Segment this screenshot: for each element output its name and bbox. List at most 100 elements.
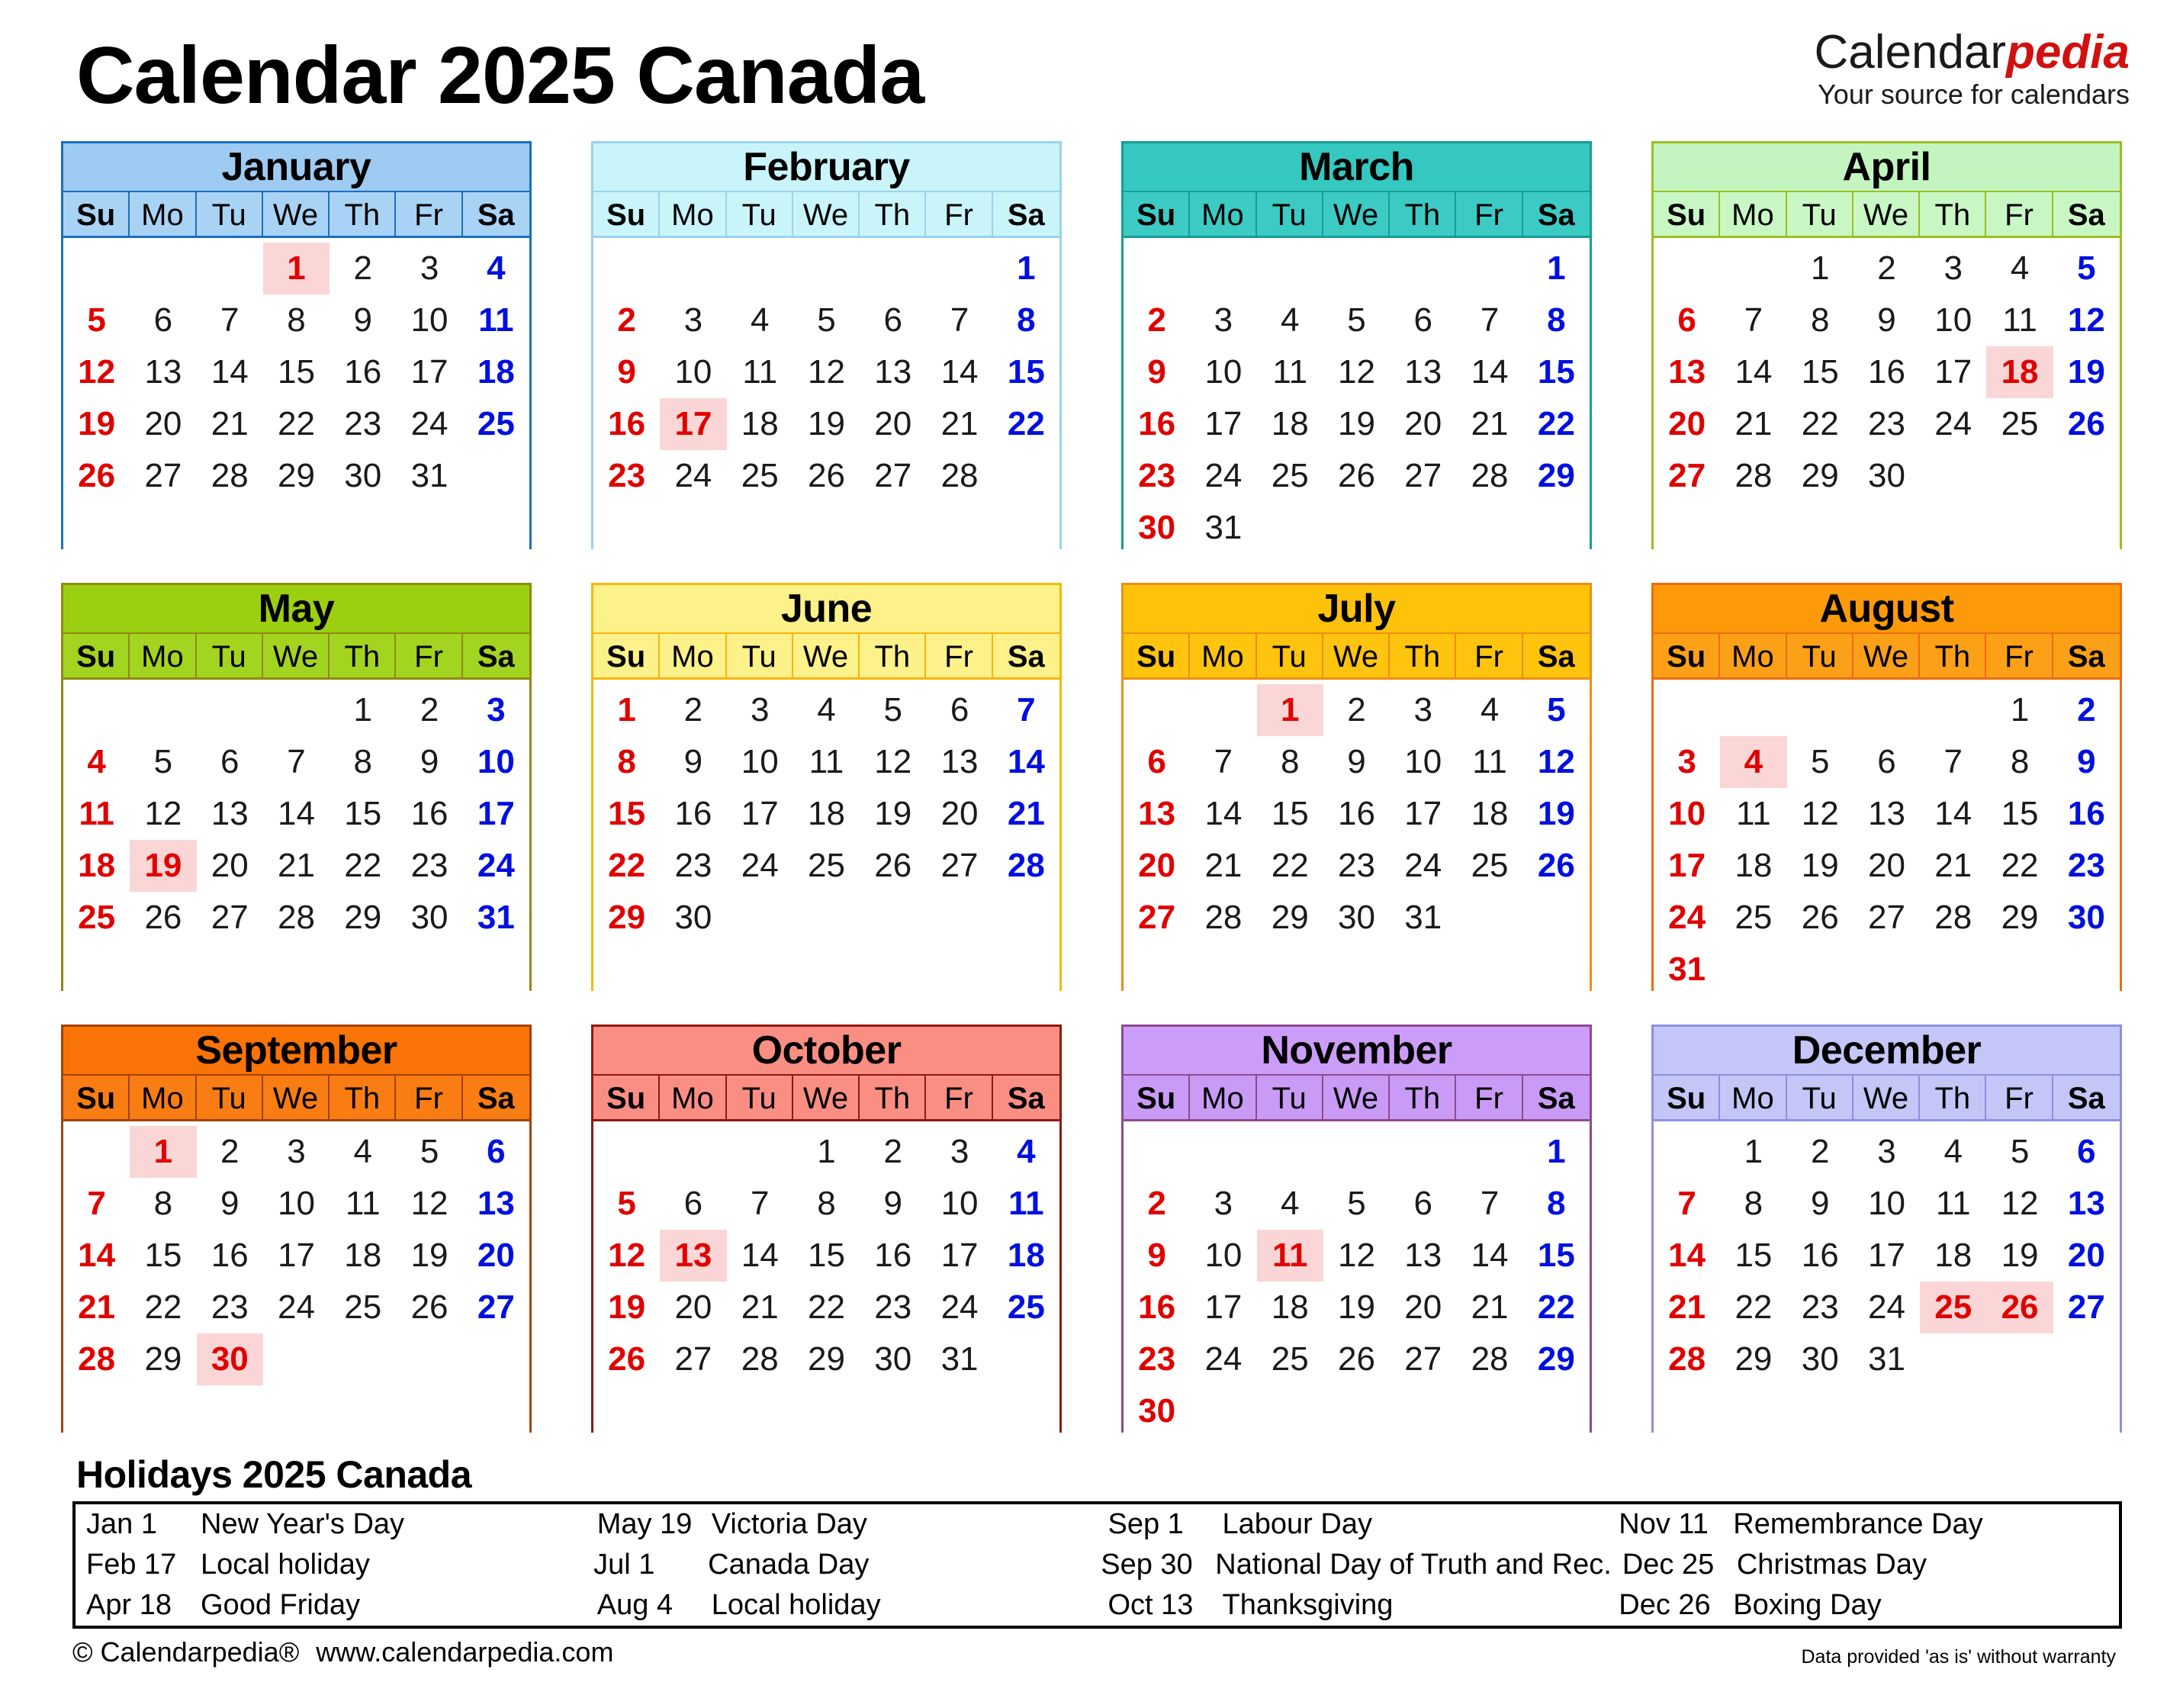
day-cell: 11 xyxy=(1736,795,1771,832)
day-cell: 19 xyxy=(874,795,912,832)
weekday-label-we: We xyxy=(1323,192,1390,238)
holiday-entry: Jan 1 New Year's Day xyxy=(76,1504,587,1545)
day-cell: 27 xyxy=(2067,1288,2105,1326)
day-cell-empty xyxy=(1390,944,1456,996)
weekday-label-tu: Tu xyxy=(1257,1076,1323,1121)
month-card-may: May Su Mo Tu We Th Fr Sa 1 2 3 4 5 6 7 8 9 10 11 12 13 14 15 16… xyxy=(61,583,532,996)
day-cell-empty xyxy=(1257,502,1323,554)
day-cell: 6 xyxy=(220,743,240,780)
day-cell: 6 xyxy=(1677,301,1696,339)
day-cell-empty xyxy=(1986,944,2053,996)
day-cell-empty xyxy=(926,1385,992,1437)
day-cell-empty xyxy=(1390,1385,1456,1437)
month-card-march: March Su Mo Tu We Th Fr Sa 1 2 3 4 5 6 7 8 9 10 11 12 13 14 15… xyxy=(1121,141,1592,554)
day-cell: 19 xyxy=(608,1288,646,1326)
day-cell-empty xyxy=(1720,1385,1786,1437)
day-cell-empty xyxy=(1124,684,1190,736)
weekday-header-row: Su Mo Tu We Th Fr Sa xyxy=(593,632,1059,680)
day-cell-empty xyxy=(1456,892,1522,944)
day-cell-empty xyxy=(727,944,793,996)
holiday-name: Boxing Day xyxy=(1733,1589,1882,1621)
day-cell: 26 xyxy=(808,457,845,494)
weekday-label-fr: Fr xyxy=(1986,192,2053,238)
day-cell: 25 xyxy=(1920,1282,1987,1333)
day-grid: 1 2 3 4 5 6 7 8 9 10 11 12 13 14 15 16 17 18 19 20 21 22 23 24 2… xyxy=(593,680,1059,996)
weekday-label-we: We xyxy=(793,634,860,680)
day-cell: 29 xyxy=(808,1340,845,1378)
day-cell-empty xyxy=(63,243,130,294)
day-cell: 7 xyxy=(87,1185,106,1222)
day-cell: 4 xyxy=(1280,301,1300,339)
day-cell: 7 xyxy=(220,301,240,339)
weekday-label-sa: Sa xyxy=(1007,198,1045,232)
day-cell: 11 xyxy=(478,301,514,339)
day-cell: 16 xyxy=(2067,795,2105,832)
holiday-entry: Nov 11 Remembrance Day xyxy=(1608,1504,2119,1545)
day-cell: 17 xyxy=(660,398,727,450)
day-cell: 17 xyxy=(477,795,515,832)
day-cell: 14 xyxy=(278,795,315,832)
day-grid: 1 2 3 4 5 6 7 8 9 10 11 12 13 14 15 16 17 18 19 20 21 22 23 24 2… xyxy=(1124,680,1590,996)
day-cell-empty xyxy=(593,243,660,294)
day-cell: 23 xyxy=(608,457,646,494)
day-cell: 30 xyxy=(196,1333,263,1385)
day-cell: 21 xyxy=(1668,1288,1706,1326)
day-cell: 23 xyxy=(874,1288,912,1326)
weekday-label-tu: Tu xyxy=(727,634,793,680)
weekday-label-th: Th xyxy=(1920,634,1987,680)
day-cell: 21 xyxy=(1471,1288,1509,1326)
day-cell: 21 xyxy=(741,1288,779,1326)
weekday-label-su: Su xyxy=(1124,192,1191,238)
weekday-label-mo: Mo xyxy=(1720,1076,1787,1121)
day-cell-empty xyxy=(926,243,992,294)
day-cell: 15 xyxy=(808,1237,845,1274)
day-cell: 29 xyxy=(278,457,315,494)
day-cell: 13 xyxy=(1138,795,1176,832)
weekday-label-su: Su xyxy=(63,1076,130,1121)
day-cell: 1 xyxy=(1017,249,1036,287)
day-cell: 16 xyxy=(1868,353,1905,391)
holiday-date: Dec 25 xyxy=(1622,1549,1715,1581)
day-cell-empty xyxy=(593,1385,660,1437)
holiday-entry: Feb 17 Local holiday xyxy=(76,1545,583,1585)
day-cell-empty xyxy=(463,944,529,996)
brand-tagline: Your source for calendars xyxy=(1818,79,2130,111)
day-cell-empty xyxy=(63,502,130,554)
day-cell: 19 xyxy=(1338,405,1375,442)
day-cell: 30 xyxy=(874,1340,912,1378)
month-card-october: October Su Mo Tu We Th Fr Sa 1 2 3 4 5 6 7 8 9 10 11 12 13 14… xyxy=(591,1024,1062,1437)
weekday-label-sa: Sa xyxy=(477,640,515,674)
day-cell: 9 xyxy=(2077,743,2096,780)
website-link[interactable]: www.calendarpedia.com xyxy=(316,1636,613,1668)
day-cell: 12 xyxy=(2067,301,2105,339)
day-cell: 18 xyxy=(1986,346,2053,398)
day-cell: 13 xyxy=(1868,795,1905,832)
holiday-row: Jan 1 New Year's Day May 19 Victoria Day Sep… xyxy=(76,1504,2119,1545)
day-cell: 17 xyxy=(1868,1237,1905,1274)
day-cell: 12 xyxy=(608,1237,646,1274)
day-cell-empty xyxy=(1456,243,1522,294)
day-cell: 28 xyxy=(1735,457,1773,494)
day-cell: 4 xyxy=(1720,736,1787,788)
weekday-label-sa: Sa xyxy=(2067,198,2105,232)
day-cell: 5 xyxy=(1810,743,1830,780)
weekday-label-we: We xyxy=(1853,1076,1921,1121)
day-cell: 14 xyxy=(1007,743,1045,780)
day-cell: 3 xyxy=(683,301,703,339)
weekday-label-fr: Fr xyxy=(1456,192,1523,238)
day-grid: 1 2 3 4 5 6 7 8 9 10 11 12 13 14 15 16 17 18 19 20 21 22 23 24 2… xyxy=(1124,1121,1590,1437)
day-cell: 17 xyxy=(1404,795,1442,832)
day-cell: 11 xyxy=(1935,1185,1971,1222)
weekday-label-tu: Tu xyxy=(1257,634,1323,680)
day-cell-empty xyxy=(1323,944,1390,996)
weekday-label-sa: Sa xyxy=(2067,1082,2105,1115)
day-grid: 1 2 3 4 5 6 7 8 9 10 11 12 13 14 15 16 17 18 19 20 21 22 23 24 2… xyxy=(1124,238,1590,554)
day-cell-empty xyxy=(1456,1385,1522,1437)
day-cell-empty xyxy=(197,944,263,996)
day-cell: 1 xyxy=(1810,249,1830,287)
month-title: October xyxy=(593,1027,1059,1074)
day-cell: 19 xyxy=(410,1237,448,1274)
day-cell: 12 xyxy=(2001,1185,2039,1222)
day-cell: 14 xyxy=(1471,353,1509,391)
day-cell: 31 xyxy=(1404,899,1442,936)
